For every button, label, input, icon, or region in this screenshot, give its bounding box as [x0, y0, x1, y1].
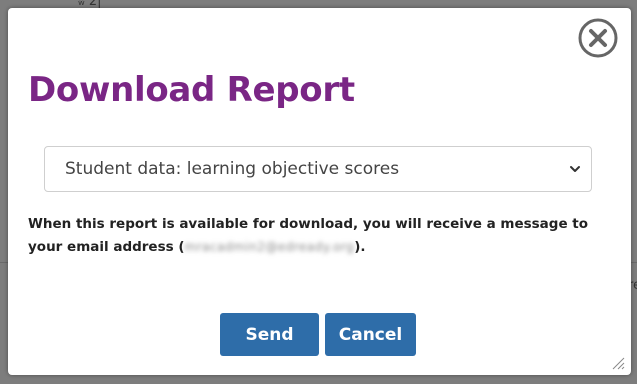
- download-info-message: When this report is available for downlo…: [28, 213, 618, 259]
- message-text-end: ).: [354, 239, 366, 255]
- report-type-selected-value: Student data: learning objective scores: [65, 159, 400, 179]
- background-divider: [631, 262, 637, 263]
- email-address: mracadmin2@edready.org: [184, 240, 355, 254]
- report-type-select[interactable]: Student data: learning objective scores: [44, 146, 592, 192]
- resize-handle-icon[interactable]: [611, 356, 625, 370]
- close-circle-icon: [578, 18, 618, 58]
- cancel-button[interactable]: Cancel: [325, 313, 416, 356]
- background-divider: [0, 262, 8, 263]
- send-button[interactable]: Send: [220, 313, 319, 356]
- dialog-title: Download Report: [28, 70, 355, 110]
- close-button[interactable]: [578, 18, 618, 58]
- chevron-down-icon: [570, 166, 580, 172]
- download-report-dialog: Download Report Student data: learning o…: [8, 8, 631, 375]
